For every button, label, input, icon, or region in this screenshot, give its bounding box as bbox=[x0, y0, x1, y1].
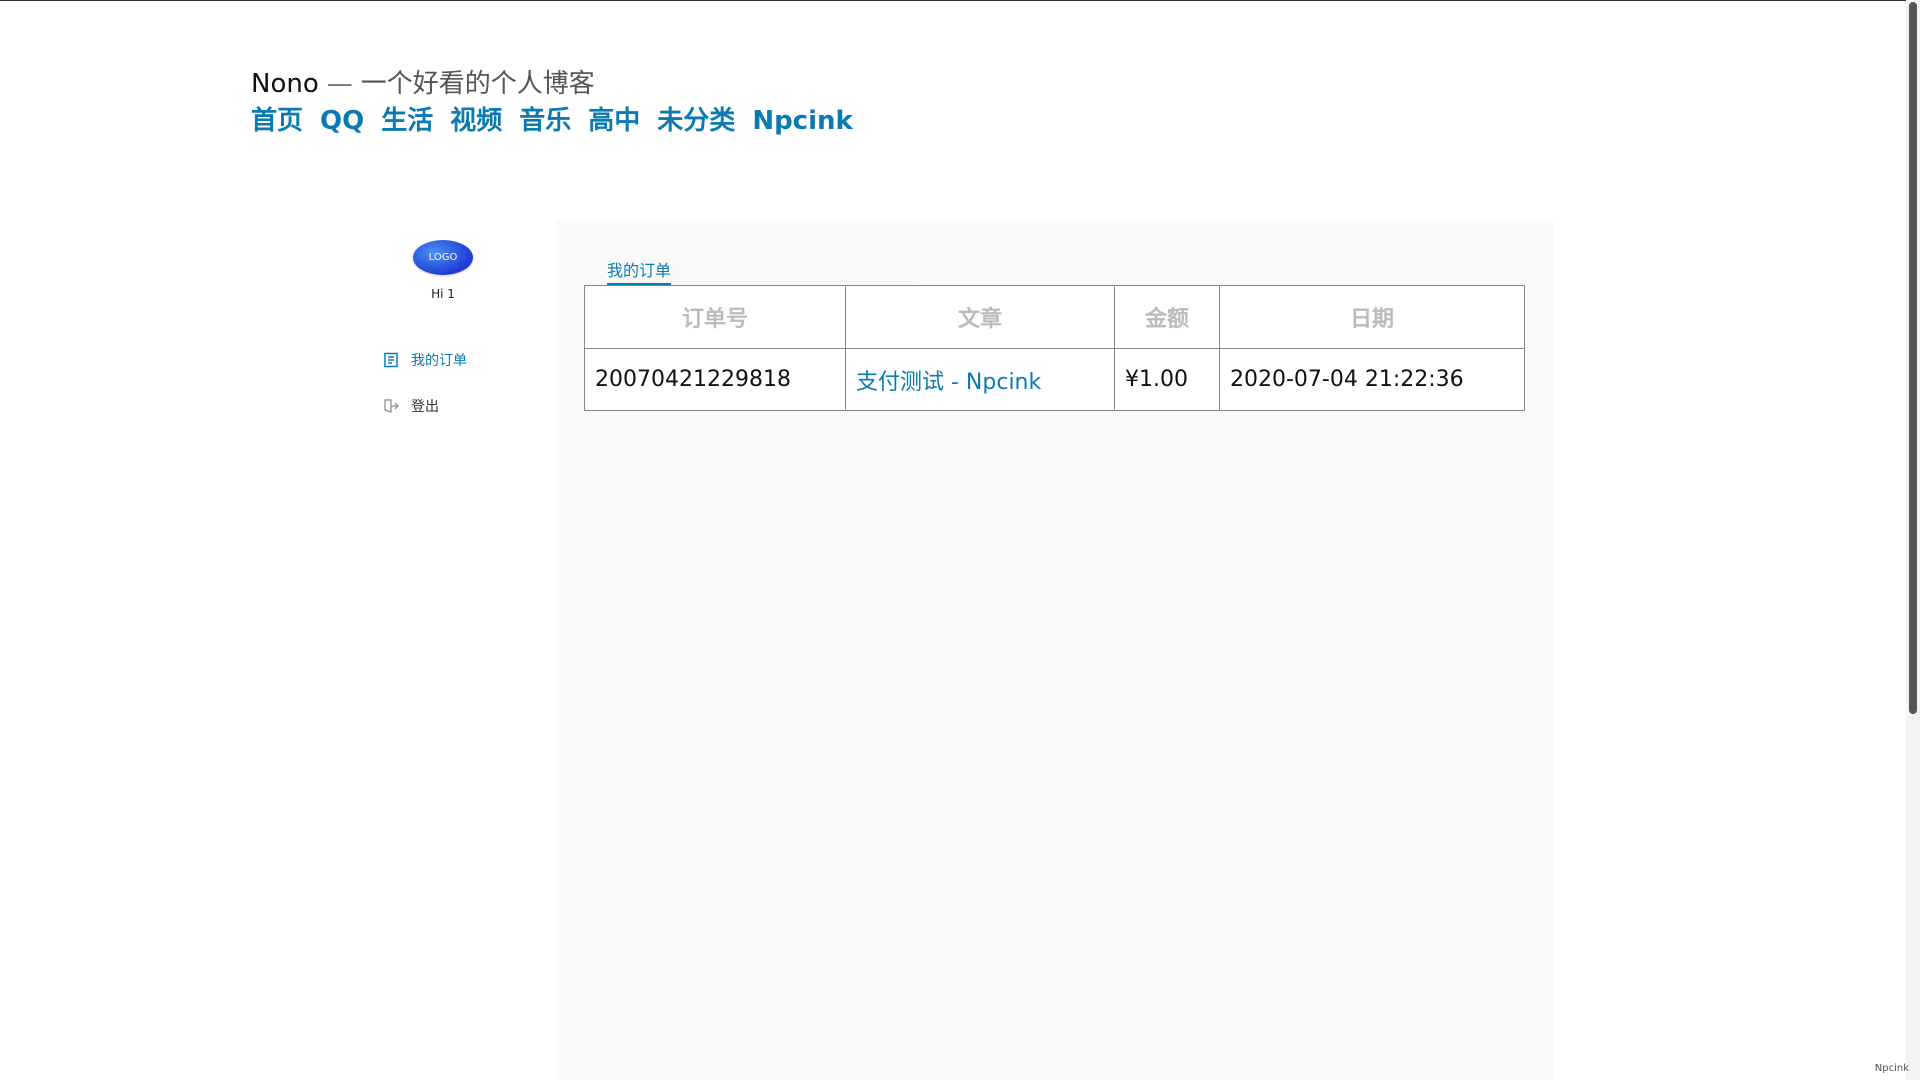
column-header-amount: 金额 bbox=[1114, 285, 1220, 349]
user-greeting: Hi 1 bbox=[431, 287, 455, 301]
date-cell: 2020-07-04 21:22:36 bbox=[1219, 348, 1525, 411]
nav-item-life[interactable]: 生活 bbox=[381, 103, 433, 139]
site-header: Nono — 一个好看的个人博客 首页 QQ 生活 视频 音乐 高中 未分类 Npc… bbox=[251, 66, 853, 139]
table-header-row: 订单号 文章 金额 日期 bbox=[584, 285, 1525, 349]
site-title: Nono — 一个好看的个人博客 bbox=[251, 66, 853, 102]
amount-cell: ¥1.00 bbox=[1114, 348, 1220, 411]
footer-mark: Npcink bbox=[1874, 1063, 1909, 1074]
nav-item-uncategorized[interactable]: 未分类 bbox=[657, 103, 735, 139]
nav-item-home[interactable]: 首页 bbox=[251, 103, 303, 139]
scrollbar-thumb[interactable] bbox=[1909, 2, 1917, 714]
column-header-order-id: 订单号 bbox=[584, 285, 846, 349]
order-id-cell: 20070421229818 bbox=[584, 348, 846, 411]
nav-item-music[interactable]: 音乐 bbox=[519, 103, 571, 139]
main-nav: 首页 QQ 生活 视频 音乐 高中 未分类 Npcink bbox=[251, 103, 853, 139]
article-link[interactable]: 支付测试 - Npcink bbox=[856, 370, 1041, 395]
tab-bar: 我的订单 bbox=[607, 257, 917, 285]
sidebar-item-my-orders[interactable]: 我的订单 bbox=[383, 350, 467, 370]
tab-my-orders[interactable]: 我的订单 bbox=[607, 257, 672, 285]
nav-item-video[interactable]: 视频 bbox=[450, 103, 502, 139]
order-list-icon bbox=[383, 352, 399, 368]
page-scrollbar[interactable] bbox=[1906, 0, 1920, 1080]
top-border bbox=[0, 0, 1920, 1]
avatar[interactable]: LOGO bbox=[413, 240, 473, 275]
nav-item-highschool[interactable]: 高中 bbox=[588, 103, 640, 139]
orders-panel: 我的订单 订单号 文章 金额 日期 20070421229818 支付测试 - … bbox=[556, 221, 1554, 1080]
table-row: 20070421229818 支付测试 - Npcink ¥1.00 2020-… bbox=[584, 348, 1525, 411]
article-cell: 支付测试 - Npcink bbox=[845, 348, 1115, 411]
logout-icon bbox=[383, 398, 399, 414]
site-name[interactable]: Nono bbox=[251, 69, 319, 99]
nav-item-qq[interactable]: QQ bbox=[320, 103, 364, 139]
sidebar-item-logout[interactable]: 登出 bbox=[383, 396, 439, 416]
sidebar-item-label: 登出 bbox=[411, 399, 439, 415]
column-header-article: 文章 bbox=[845, 285, 1115, 349]
nav-item-npcink[interactable]: Npcink bbox=[752, 103, 853, 139]
title-separator: — bbox=[326, 69, 353, 99]
sidebar-item-label: 我的订单 bbox=[411, 353, 467, 369]
site-tagline: 一个好看的个人博客 bbox=[360, 69, 595, 99]
orders-table: 订单号 文章 金额 日期 20070421229818 支付测试 - Npcin… bbox=[584, 285, 1525, 411]
column-header-date: 日期 bbox=[1219, 285, 1525, 349]
